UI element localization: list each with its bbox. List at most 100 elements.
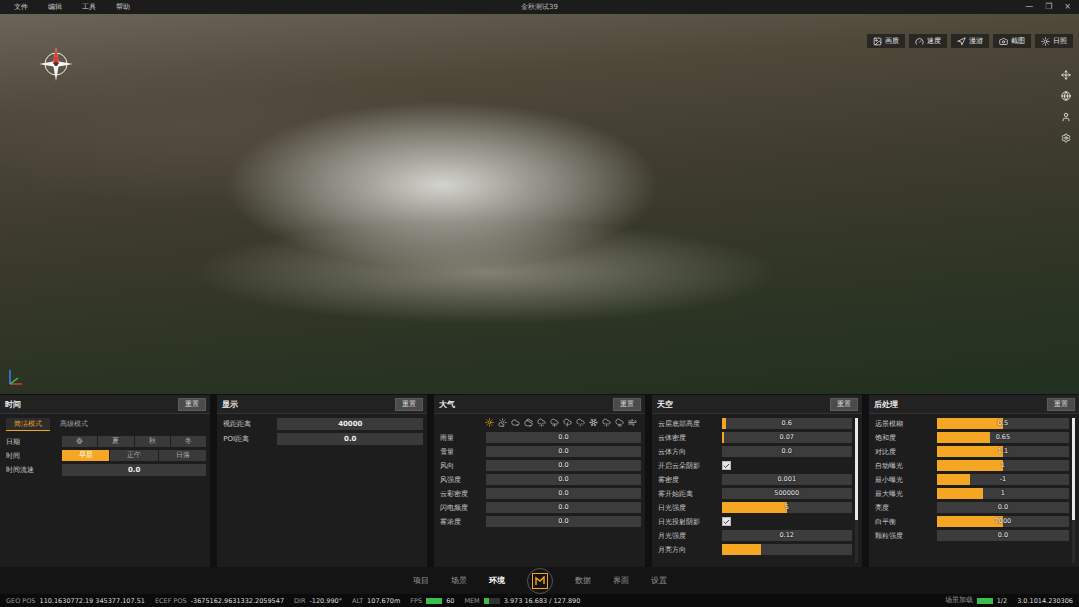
- scene-viewport[interactable]: 画质速度漫游截图 日照: [0, 14, 1079, 394]
- slider-track[interactable]: -1: [937, 474, 1069, 485]
- scrollbar[interactable]: [855, 418, 858, 563]
- slider-track[interactable]: 1.1: [937, 446, 1069, 457]
- segment-option[interactable]: 正午: [110, 450, 157, 461]
- reset-button[interactable]: 重置: [1047, 398, 1075, 411]
- slider-track[interactable]: 0.0: [722, 446, 852, 457]
- panel-header: 大气重置: [434, 395, 644, 414]
- nav-item[interactable]: 项目: [413, 575, 429, 586]
- tool-icon: [915, 37, 924, 46]
- value-field[interactable]: 40000: [277, 418, 423, 430]
- tool-icon: [999, 37, 1008, 46]
- slider-track[interactable]: 0.0: [937, 502, 1069, 513]
- value-field[interactable]: 0.0: [62, 464, 206, 476]
- nav-item[interactable]: 设置: [651, 575, 667, 586]
- segment-option[interactable]: 日落: [159, 450, 206, 461]
- slider-track[interactable]: 0.0: [486, 474, 640, 485]
- slider-track[interactable]: 0.001: [722, 474, 852, 485]
- mode-tab[interactable]: 高级模式: [52, 418, 96, 431]
- weather-preset[interactable]: [524, 418, 533, 427]
- nav-item[interactable]: 界面: [613, 575, 629, 586]
- slider-track[interactable]: 0.0: [486, 488, 640, 499]
- status-label: ALT: [352, 597, 363, 605]
- weather-preset[interactable]: [576, 418, 585, 427]
- value-field[interactable]: 0.0: [277, 433, 423, 445]
- viewport-button[interactable]: 日照: [1035, 34, 1073, 48]
- weather-icon: [524, 418, 533, 427]
- side-tool-icon[interactable]: [1061, 133, 1071, 143]
- weather-preset[interactable]: [589, 418, 598, 427]
- slider-fill: [937, 432, 990, 443]
- viewport-button[interactable]: 速度: [909, 34, 947, 48]
- reset-button[interactable]: 重置: [178, 398, 206, 411]
- window-control[interactable]: ×: [1064, 3, 1071, 11]
- weather-preset[interactable]: [550, 418, 559, 427]
- loading-meter: [977, 598, 993, 604]
- segment-option[interactable]: 春: [62, 436, 97, 447]
- viewport-button[interactable]: 漫游: [951, 34, 989, 48]
- compass-icon[interactable]: [36, 44, 76, 84]
- reset-button[interactable]: 重置: [830, 398, 858, 411]
- slider-track[interactable]: 0.07: [722, 432, 852, 443]
- weather-preset[interactable]: [628, 418, 637, 427]
- weather-preset[interactable]: [563, 418, 572, 427]
- side-tool-icon[interactable]: [1061, 112, 1071, 122]
- menu-item[interactable]: 工具: [82, 2, 96, 12]
- slider-track[interactable]: 0.0: [486, 432, 640, 443]
- setting-label: 月亮方向: [658, 545, 718, 555]
- mode-tab[interactable]: 简洁模式: [6, 418, 50, 431]
- slider-track[interactable]: 5: [722, 502, 852, 513]
- weather-preset[interactable]: [485, 418, 494, 427]
- reset-button[interactable]: 重置: [395, 398, 423, 411]
- slider-track[interactable]: 0.0: [486, 460, 640, 471]
- nav-item[interactable]: 数据: [575, 575, 591, 586]
- slider-track[interactable]: 0.12: [722, 530, 852, 541]
- setting-row: 白平衡7000: [875, 516, 1069, 527]
- checkbox[interactable]: [722, 517, 731, 526]
- side-tool-icon[interactable]: [1061, 91, 1071, 101]
- nav-item[interactable]: 场景: [451, 575, 467, 586]
- slider-track[interactable]: [722, 544, 852, 555]
- viewport-button[interactable]: 画质: [867, 34, 905, 48]
- slider-track[interactable]: 7000: [937, 516, 1069, 527]
- segment-option[interactable]: 早晨: [62, 450, 109, 461]
- weather-preset[interactable]: [498, 418, 507, 427]
- weather-preset[interactable]: [511, 418, 520, 427]
- slider-track[interactable]: 0.0: [937, 530, 1069, 541]
- slider-track[interactable]: 500000: [722, 488, 852, 499]
- menu-item[interactable]: 文件: [14, 2, 28, 12]
- setting-row: 雾浓度0.0: [440, 516, 640, 527]
- slider-track[interactable]: 0.65: [937, 432, 1069, 443]
- menu-item[interactable]: 编辑: [48, 2, 62, 12]
- slider-track[interactable]: 0.5: [937, 418, 1069, 429]
- slider-track[interactable]: 0.0: [486, 502, 640, 513]
- segment-option[interactable]: 夏: [98, 436, 133, 447]
- segment-option[interactable]: 冬: [171, 436, 206, 447]
- slider-track[interactable]: 0.0: [486, 516, 640, 527]
- weather-presets: [440, 418, 640, 427]
- window-control[interactable]: —: [1025, 3, 1033, 11]
- nav-item[interactable]: 环境: [489, 575, 505, 586]
- tool-icon: [1041, 37, 1050, 46]
- scrollbar[interactable]: [1072, 418, 1075, 563]
- viewport-button-label: 日照: [1053, 36, 1067, 46]
- slider-value: 0.0: [558, 474, 568, 485]
- weather-icon: [615, 418, 624, 427]
- slider-track[interactable]: 1: [937, 460, 1069, 471]
- nav-center-button[interactable]: [527, 568, 553, 594]
- checkbox[interactable]: [722, 461, 731, 470]
- window-control[interactable]: ❐: [1045, 3, 1052, 11]
- viewport-toolbar: 画质速度漫游截图 日照: [867, 34, 1073, 48]
- weather-preset[interactable]: [602, 418, 611, 427]
- menu-item[interactable]: 帮助: [116, 2, 130, 12]
- segment-option[interactable]: 秋: [135, 436, 170, 447]
- viewport-button[interactable]: 截图: [993, 34, 1031, 48]
- scroll-thumb[interactable]: [1072, 418, 1075, 520]
- weather-preset[interactable]: [615, 418, 624, 427]
- reset-button[interactable]: 重置: [613, 398, 641, 411]
- weather-preset[interactable]: [537, 418, 546, 427]
- scroll-thumb[interactable]: [855, 418, 858, 520]
- side-tool-icon[interactable]: [1061, 70, 1071, 80]
- slider-track[interactable]: 1: [937, 488, 1069, 499]
- slider-track[interactable]: 0.6: [722, 418, 852, 429]
- slider-track[interactable]: 0.0: [486, 446, 640, 457]
